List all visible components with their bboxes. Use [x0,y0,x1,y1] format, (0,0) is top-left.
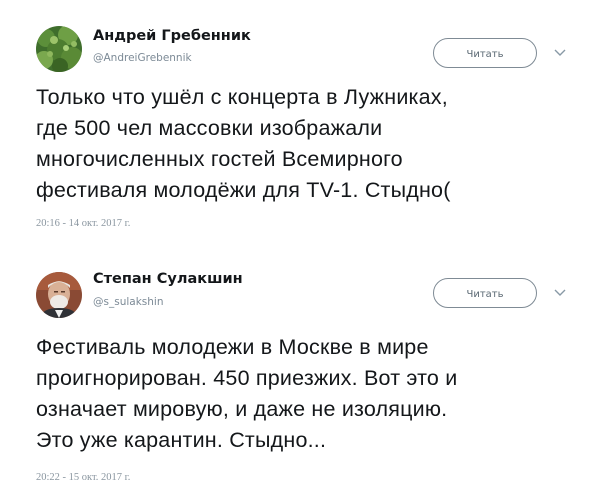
person-photo-avatar-icon [36,272,82,318]
tweet-timestamp[interactable]: 20:22 - 15 окт. 2017 г. [36,472,130,483]
chevron-down-icon[interactable] [553,48,567,58]
follow-button[interactable]: Читать [433,278,537,308]
author-handle[interactable]: @AndreiGrebennik [93,52,192,64]
tweet-text: Только что ушёл с концерта в Лужниках, г… [36,85,451,202]
tweet-timestamp[interactable]: 20:16 - 14 окт. 2017 г. [36,218,130,229]
tweet-card: Степан Сулакшин @s_sulakshin Читать Фест… [0,250,604,490]
author-name[interactable]: Андрей Гребенник [93,28,251,44]
follow-button[interactable]: Читать [433,38,537,68]
chevron-down-icon[interactable] [553,288,567,298]
avatar[interactable] [36,26,82,72]
avatar[interactable] [36,272,82,318]
tweet-text: Фестиваль молодежи в Москве в мире проиг… [36,335,458,452]
author-handle[interactable]: @s_sulakshin [93,296,163,308]
tweet-card: Андрей Гребенник @AndreiGrebennik Читать… [0,0,604,250]
plant-photo-avatar-icon [36,26,82,72]
author-name[interactable]: Степан Сулакшин [93,271,243,287]
